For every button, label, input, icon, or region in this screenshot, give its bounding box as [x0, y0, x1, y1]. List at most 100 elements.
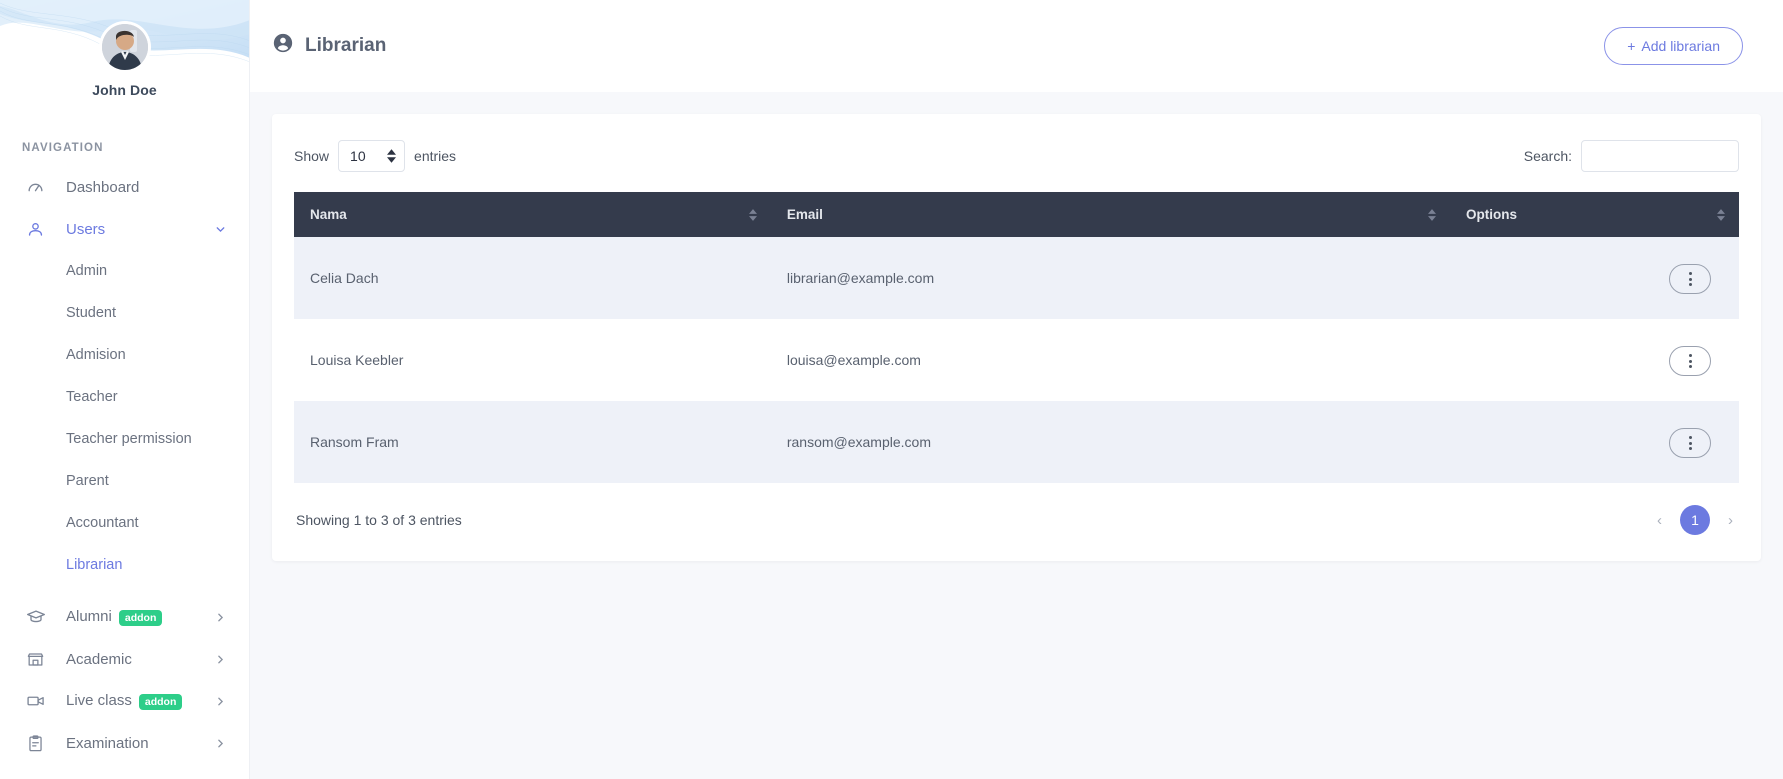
vertical-dots-icon — [1688, 354, 1692, 368]
search-control: Search: — [1524, 140, 1739, 172]
table-header-row: Nama Email Options — [294, 192, 1739, 237]
chevron-right-icon[interactable] — [214, 695, 227, 708]
librarian-table: Nama Email Options Celia Dach librarian@… — [294, 192, 1739, 483]
pagination-page-1[interactable]: 1 — [1680, 505, 1710, 535]
sidebar-item-label: Admin — [66, 263, 108, 279]
table-footer: Showing 1 to 3 of 3 entries ‹ 1 › — [294, 483, 1739, 539]
sidebar-item-label: Student — [66, 305, 116, 321]
sidebar-item-admision[interactable]: Admision — [0, 334, 249, 376]
sidebar-item-label: Librarian — [66, 557, 123, 573]
sidebar-item-live-class[interactable]: Live class addon — [0, 680, 249, 722]
chevron-right-icon[interactable] — [214, 611, 227, 624]
sidebar: John Doe NAVIGATION Dashboard Users Admi… — [0, 0, 250, 779]
sidebar-item-users[interactable]: Users — [0, 208, 249, 250]
page-header: Librarian + Add librarian — [250, 0, 1783, 92]
nav-heading: NAVIGATION — [22, 142, 104, 154]
account-circle-icon — [272, 32, 294, 60]
cell-email: ransom@example.com — [770, 401, 1450, 483]
search-input[interactable] — [1581, 140, 1739, 172]
sidebar-item-alumni[interactable]: Alumni addon — [0, 596, 249, 638]
sidebar-item-student[interactable]: Student — [0, 292, 249, 334]
vertical-dots-icon — [1688, 272, 1692, 286]
sort-arrows-icon[interactable] — [748, 208, 757, 221]
addon-badge: addon — [118, 609, 163, 626]
sidebar-item-label: Accountant — [66, 515, 139, 531]
pagination-prev-button[interactable]: ‹ — [1653, 510, 1666, 531]
sort-arrows-icon[interactable] — [1427, 208, 1436, 221]
user-icon — [26, 220, 48, 239]
table-row: Ransom Fram ransom@example.com — [294, 401, 1739, 483]
sidebar-profile: John Doe — [0, 0, 249, 98]
profile-name: John Doe — [92, 82, 157, 98]
sort-arrows-icon[interactable] — [1717, 208, 1725, 221]
showing-entries-text: Showing 1 to 3 of 3 entries — [296, 512, 462, 528]
page-title: Librarian — [272, 32, 386, 60]
dashboard-gauge-icon — [26, 178, 48, 197]
page-length-select[interactable]: 10 25 50 100 — [338, 140, 406, 172]
column-header-email[interactable]: Email — [770, 192, 1450, 237]
cell-email: librarian@example.com — [770, 237, 1450, 319]
plus-icon: + — [1627, 38, 1636, 54]
column-header-nama[interactable]: Nama — [294, 192, 771, 237]
add-librarian-label: Add librarian — [1641, 38, 1720, 54]
pagination: ‹ 1 › — [1653, 505, 1737, 535]
sidebar-item-label: Users — [66, 220, 106, 238]
row-options-button[interactable] — [1669, 346, 1711, 376]
school-building-icon — [26, 650, 48, 669]
row-options-button[interactable] — [1669, 428, 1711, 458]
sidebar-item-parent[interactable]: Parent — [0, 460, 249, 502]
video-camera-icon — [26, 691, 48, 711]
sidebar-item-label: Dashboard — [66, 178, 140, 196]
sidebar-nav: Dashboard Users Admin Student Admision T… — [0, 166, 249, 764]
sidebar-item-examination[interactable]: Examination — [0, 722, 249, 764]
show-label: Show — [294, 148, 330, 164]
sidebar-item-teacher[interactable]: Teacher — [0, 376, 249, 418]
avatar[interactable] — [101, 24, 148, 70]
sidebar-item-label: Academic — [66, 650, 132, 668]
app-root: John Doe NAVIGATION Dashboard Users Admi… — [0, 0, 1783, 779]
column-label: Nama — [310, 207, 347, 222]
sidebar-item-label: Teacher — [66, 389, 118, 405]
sidebar-item-dashboard[interactable]: Dashboard — [0, 166, 249, 208]
cell-email: louisa@example.com — [770, 319, 1450, 401]
vertical-dots-icon — [1688, 436, 1692, 450]
graduation-cap-icon — [26, 607, 48, 627]
add-librarian-button[interactable]: + Add librarian — [1604, 27, 1743, 65]
content-area: Show 10 25 50 100 — [250, 92, 1783, 561]
sidebar-item-academic[interactable]: Academic — [0, 638, 249, 680]
row-options-button[interactable] — [1669, 264, 1711, 294]
column-label: Options — [1465, 207, 1517, 222]
sidebar-item-label: Parent — [66, 473, 109, 489]
chevron-right-icon[interactable] — [214, 653, 227, 666]
cell-options — [1449, 401, 1739, 483]
show-entries-control: Show 10 25 50 100 — [294, 140, 456, 172]
table-row: Louisa Keebler louisa@example.com — [294, 319, 1739, 401]
sidebar-item-admin[interactable]: Admin — [0, 250, 249, 292]
sidebar-item-label: Admision — [66, 347, 126, 363]
table-row: Celia Dach librarian@example.com — [294, 237, 1739, 319]
page-length-select-wrap: 10 25 50 100 — [338, 140, 406, 172]
cell-options — [1449, 237, 1739, 319]
page-title-text: Librarian — [305, 35, 387, 56]
table-body: Celia Dach librarian@example.com Louisa … — [294, 237, 1739, 483]
chevron-down-icon[interactable] — [214, 223, 227, 236]
addon-badge: addon — [138, 693, 183, 710]
main-content: Librarian +Add librarian Show 10 25 50 — [250, 0, 1783, 779]
chevron-right-icon[interactable] — [214, 737, 227, 750]
table-controls: Show 10 25 50 100 — [294, 140, 1739, 192]
sidebar-item-label: Live class — [66, 692, 132, 710]
search-label: Search: — [1523, 148, 1572, 164]
table-head: Nama Email Options — [294, 192, 1739, 237]
sidebar-item-teacher-permission[interactable]: Teacher permission — [0, 418, 249, 460]
sidebar-item-librarian[interactable]: Librarian — [0, 544, 249, 586]
librarian-table-card: Show 10 25 50 100 — [272, 114, 1761, 561]
cell-name: Louisa Keebler — [294, 319, 771, 401]
sidebar-item-accountant[interactable]: Accountant — [0, 502, 249, 544]
clipboard-icon — [26, 734, 48, 753]
column-label: Email — [786, 207, 823, 222]
column-header-options[interactable]: Options — [1449, 192, 1739, 237]
cell-options — [1449, 319, 1739, 401]
pagination-next-button[interactable]: › — [1724, 510, 1737, 531]
cell-name: Celia Dach — [294, 237, 771, 319]
user-photo-avatar — [101, 24, 148, 70]
